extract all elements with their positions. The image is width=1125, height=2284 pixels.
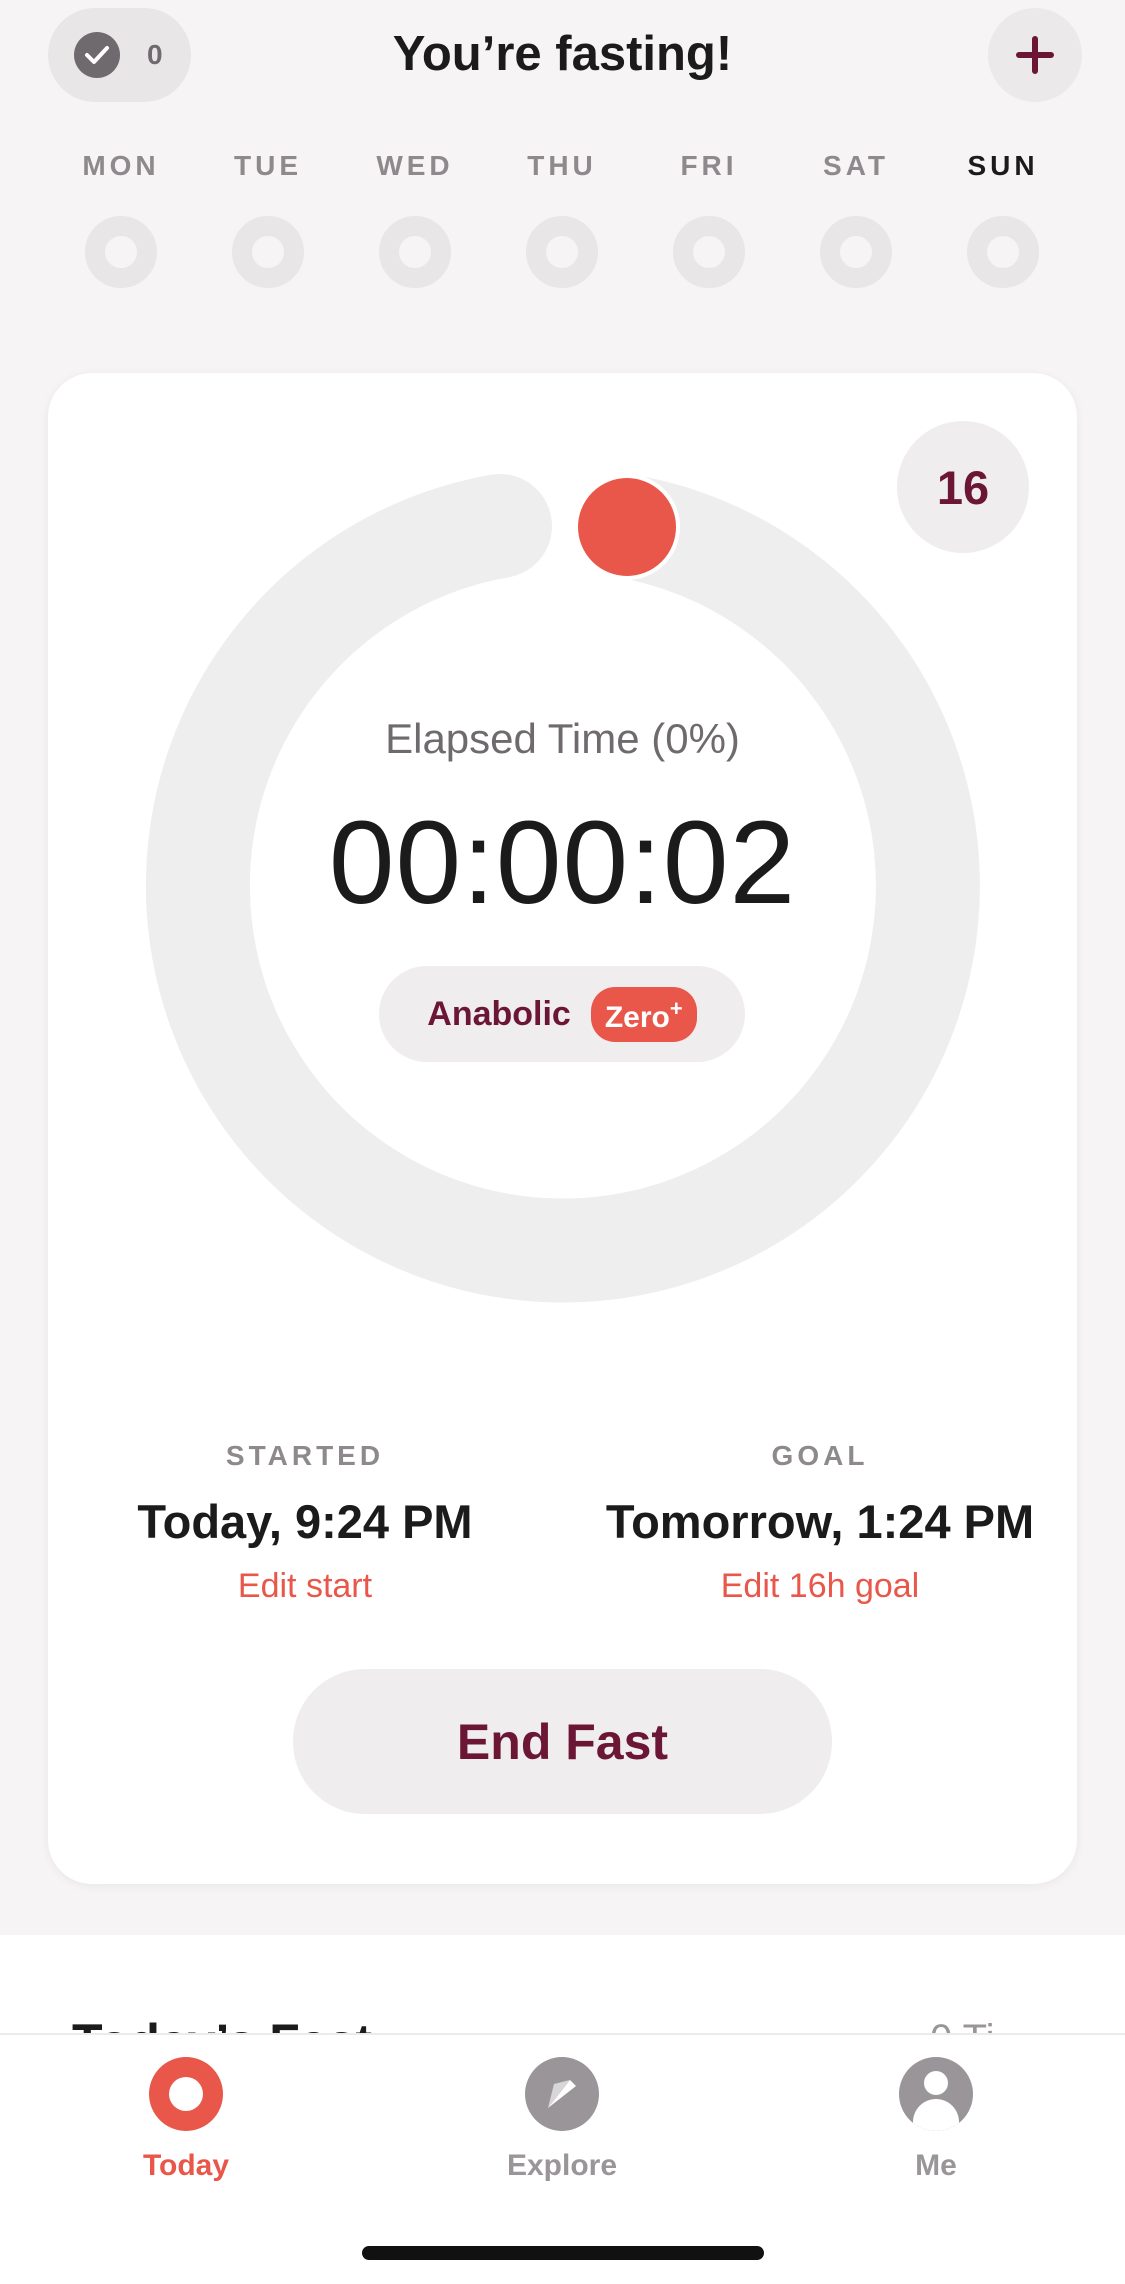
progress-ring xyxy=(145,474,980,1303)
elapsed-timer: 00:00:02 xyxy=(328,797,797,929)
tab-label: Explore xyxy=(506,2149,618,2182)
goal-value: Tomorrow, 1:24 PM xyxy=(605,1495,1035,1548)
todays-fast-section: Today’s Fast 0 Ti xyxy=(0,1935,1125,2035)
elapsed-label: Elapsed Time (0%) xyxy=(385,715,740,762)
phase-label: Anabolic xyxy=(427,994,571,1033)
tab-label: Me xyxy=(915,2149,957,2182)
compass-icon xyxy=(525,2057,599,2131)
fasting-phase-pill[interactable]: Anabolic Zero+ xyxy=(379,966,745,1062)
edit-goal-link[interactable]: Edit 16h goal xyxy=(590,1567,1050,1606)
tab-today[interactable]: Today xyxy=(86,2057,286,2183)
tab-explore[interactable]: Explore xyxy=(462,2057,662,2183)
tab-label: Today xyxy=(142,2149,230,2182)
started-column: STARTED Today, 9:24 PM Edit start xyxy=(105,1440,505,1606)
home-indicator[interactable] xyxy=(362,2246,764,2260)
progress-ring-handle xyxy=(574,474,680,580)
end-fast-button[interactable]: End Fast xyxy=(293,1669,832,1814)
edit-start-link[interactable]: Edit start xyxy=(105,1567,505,1606)
goal-column: GOAL Tomorrow, 1:24 PM Edit 16h goal xyxy=(590,1440,1050,1606)
zero-badge-text: Zero xyxy=(604,1000,670,1034)
section-title: Today’s Fast xyxy=(72,2013,372,2035)
tab-me[interactable]: Me xyxy=(836,2057,1036,2183)
goal-label: GOAL xyxy=(771,1440,869,1471)
goal-hours-badge[interactable]: 16 xyxy=(897,421,1029,553)
zero-badge-plus: + xyxy=(669,995,683,1021)
started-value: Today, 9:24 PM xyxy=(137,1495,473,1548)
started-label: STARTED xyxy=(225,1440,385,1471)
today-icon xyxy=(149,2057,223,2131)
zero-plus-badge: Zero+ xyxy=(590,986,697,1042)
person-icon xyxy=(899,2057,973,2131)
